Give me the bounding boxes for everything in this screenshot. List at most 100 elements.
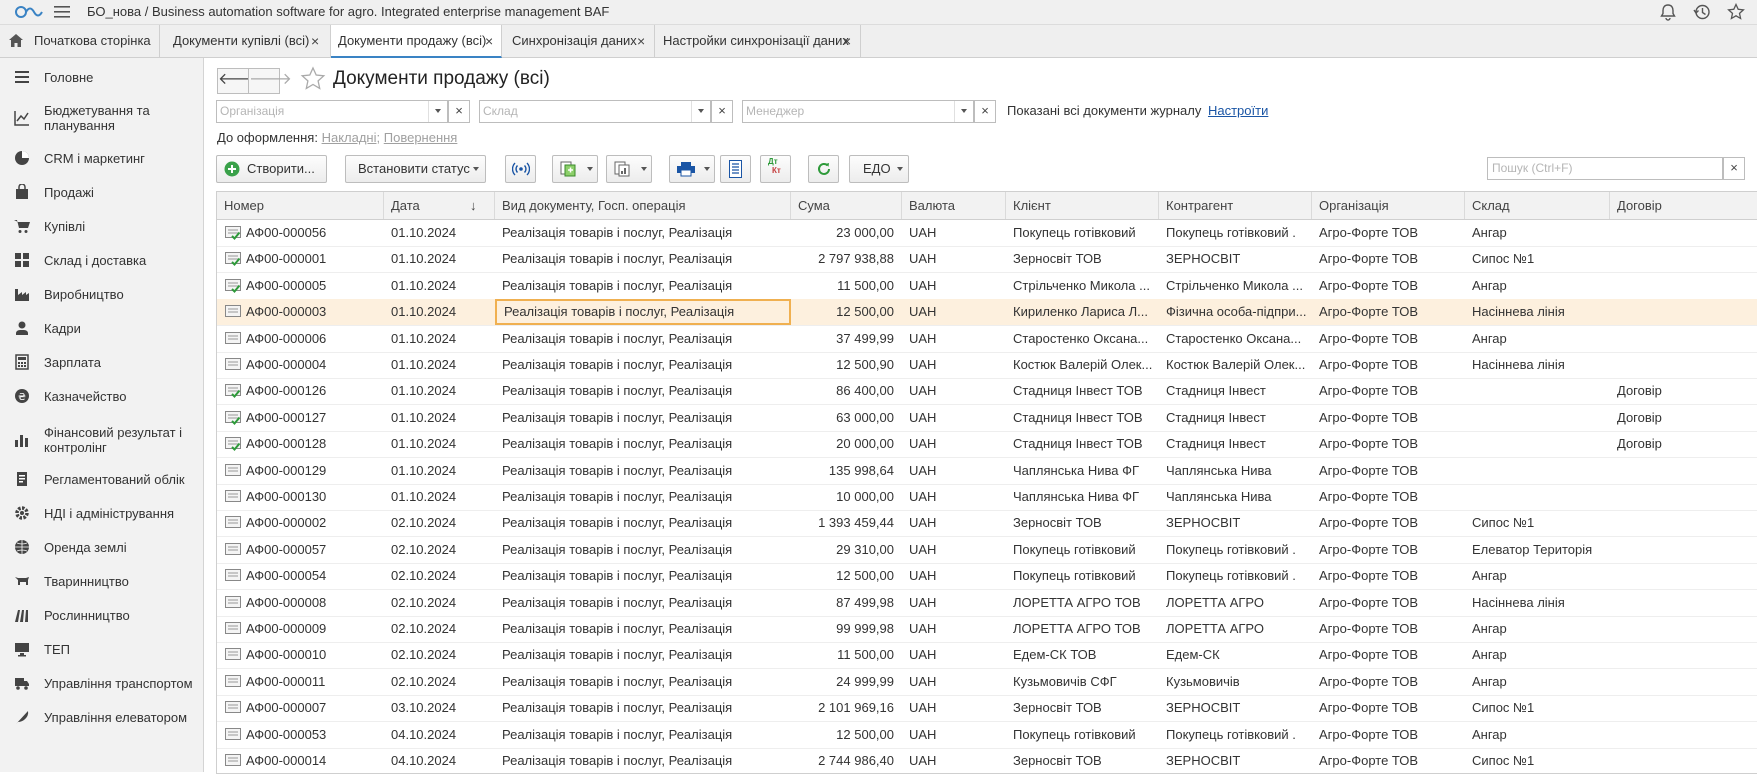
cell-client[interactable]: Чаплянська Нива ФГ — [1006, 484, 1159, 510]
cell-warehouse[interactable]: Насіннева лінія — [1465, 590, 1610, 616]
forward-button[interactable]: 🡒 — [248, 68, 292, 94]
sidebar-item-treasury[interactable]: ₴ Казначейство — [0, 387, 203, 405]
cell-counterparty[interactable]: Стадниця Інвест — [1159, 431, 1312, 457]
cell-number[interactable]: АФ00-000009 — [239, 616, 384, 642]
back-button[interactable]: 🡐 — [217, 68, 261, 94]
sidebar-item-elevator[interactable]: Управління елеватором — [0, 708, 203, 726]
cell-contract[interactable]: Договір — [1610, 378, 1757, 404]
cell-sum[interactable]: 12 500,00 — [791, 299, 902, 325]
cell-number[interactable]: АФ00-000001 — [239, 246, 384, 272]
cell-sum[interactable]: 12 500,00 — [791, 722, 902, 748]
cell-date[interactable]: 04.10.2024 — [384, 722, 495, 748]
table-row[interactable]: АФ00-000057 02.10.2024 Реалізація товарів … — [217, 537, 1757, 564]
cell-warehouse[interactable]: Ангар — [1465, 220, 1610, 246]
column-header-cur[interactable]: Валюта — [902, 192, 1006, 219]
cell-organization[interactable]: Агро-Форте ТОВ — [1312, 695, 1465, 721]
table-row[interactable]: АФ00-000002 02.10.2024 Реалізація товарів … — [217, 510, 1757, 538]
cell-number[interactable]: АФ00-000130 — [239, 484, 384, 510]
cell-counterparty[interactable]: ЛОРЕТТА АГРО — [1159, 590, 1312, 616]
sidebar-item-production[interactable]: Виробництво — [0, 285, 203, 303]
cell-client[interactable]: Покупець готівковий — [1006, 220, 1159, 246]
tab-sales-documents[interactable]: Документи продажу (всі) × — [331, 25, 502, 58]
cell-date[interactable]: 02.10.2024 — [384, 590, 495, 616]
cell-organization[interactable]: Агро-Форте ТОВ — [1312, 590, 1465, 616]
sidebar-item-land-lease[interactable]: Оренда землі — [0, 538, 203, 556]
cell-number[interactable]: АФ00-000006 — [239, 326, 384, 352]
cell-client[interactable]: Стрільченко Микола ... — [1006, 273, 1159, 299]
table-row[interactable]: АФ00-000126 01.10.2024 Реалізація товарів … — [217, 378, 1757, 406]
cell-contract[interactable] — [1610, 246, 1757, 272]
sidebar-item-crop-production[interactable]: Рослинництво — [0, 606, 203, 624]
table-row[interactable]: АФ00-000130 01.10.2024 Реалізація товарів … — [217, 484, 1757, 511]
sidebar-item-purchases[interactable]: Купівлі — [0, 217, 203, 235]
table-row[interactable]: АФ00-000003 01.10.2024 Реалізація товарів … — [217, 299, 1757, 327]
manager-filter[interactable]: Менеджер — [742, 100, 974, 123]
cell-sum[interactable]: 2 744 986,40 — [791, 748, 902, 773]
cell-sum[interactable]: 11 500,00 — [791, 273, 902, 299]
cell-counterparty[interactable]: ЗЕРНОСВІТ — [1159, 246, 1312, 272]
cell-organization[interactable]: Агро-Форте ТОВ — [1312, 378, 1465, 404]
cell-organization[interactable]: Агро-Форте ТОВ — [1312, 669, 1465, 695]
column-header-org[interactable]: Організація — [1312, 192, 1465, 219]
table-row[interactable]: АФ00-000011 02.10.2024 Реалізація товарів … — [217, 669, 1757, 696]
cell-sum[interactable]: 12 500,90 — [791, 352, 902, 378]
edo-button[interactable]: ЕДО — [849, 155, 909, 183]
cell-counterparty[interactable]: Покупець готівковий . — [1159, 220, 1312, 246]
cell-sum[interactable]: 10 000,00 — [791, 484, 902, 510]
cell-contract[interactable] — [1610, 458, 1757, 484]
cell-client[interactable]: ЛОРЕТТА АГРО ТОВ — [1006, 616, 1159, 642]
tab-sync-settings[interactable]: Настройки синхронізації даних × — [655, 25, 861, 57]
cell-contract[interactable] — [1610, 642, 1757, 668]
cell-organization[interactable]: Агро-Форте ТОВ — [1312, 748, 1465, 773]
cell-client[interactable]: Стадниця Інвест ТОВ — [1006, 378, 1159, 404]
cell-currency[interactable]: UAH — [902, 537, 1006, 563]
cell-doc-kind[interactable]: Реалізація товарів і послуг, Реалізація — [495, 642, 791, 668]
cell-contract[interactable]: Договір — [1610, 431, 1757, 457]
cell-warehouse[interactable]: Ангар — [1465, 642, 1610, 668]
cell-doc-kind[interactable]: Реалізація товарів і послуг, Реалізація — [495, 510, 791, 536]
sidebar-item-sales[interactable]: Продажі — [0, 183, 203, 201]
cell-sum[interactable]: 23 000,00 — [791, 220, 902, 246]
cell-sum[interactable]: 20 000,00 — [791, 431, 902, 457]
cell-counterparty[interactable]: Фізична особа-підпри... — [1159, 299, 1312, 325]
table-row[interactable]: АФ00-000127 01.10.2024 Реалізація товарів … — [217, 405, 1757, 432]
cell-organization[interactable]: Агро-Форте ТОВ — [1312, 537, 1465, 563]
cell-counterparty[interactable]: Костюк Валерій Олек... — [1159, 352, 1312, 378]
cell-doc-kind[interactable]: Реалізація товарів і послуг, Реалізація — [495, 220, 791, 246]
cell-counterparty[interactable]: Чаплянська Нива — [1159, 484, 1312, 510]
cell-warehouse[interactable] — [1465, 378, 1610, 404]
create-button[interactable]: Створити... — [216, 155, 327, 183]
cell-client[interactable]: Стадниця Інвест ТОВ — [1006, 431, 1159, 457]
cell-number[interactable]: АФ00-000007 — [239, 695, 384, 721]
chevron-down-icon[interactable] — [691, 101, 710, 122]
cell-client[interactable]: ЛОРЕТТА АГРО ТОВ — [1006, 590, 1159, 616]
cell-number[interactable]: АФ00-000057 — [239, 537, 384, 563]
cell-date[interactable]: 03.10.2024 — [384, 695, 495, 721]
cell-organization[interactable]: Агро-Форте ТОВ — [1312, 484, 1465, 510]
cell-date[interactable]: 01.10.2024 — [384, 299, 495, 325]
cell-currency[interactable]: UAH — [902, 378, 1006, 404]
sidebar-item-livestock[interactable]: Тваринництво — [0, 572, 203, 590]
sidebar-item-warehouse[interactable]: Склад і доставка — [0, 251, 203, 269]
cell-currency[interactable]: UAH — [902, 510, 1006, 536]
cell-organization[interactable]: Агро-Форте ТОВ — [1312, 246, 1465, 272]
close-icon[interactable]: × — [637, 25, 645, 57]
cell-date[interactable]: 01.10.2024 — [384, 220, 495, 246]
cell-sum[interactable]: 135 998,64 — [791, 458, 902, 484]
invoices-link[interactable]: Накладні — [322, 130, 377, 145]
sidebar-item-salary[interactable]: Зарплата — [0, 353, 203, 371]
cell-currency[interactable]: UAH — [902, 669, 1006, 695]
cell-currency[interactable]: UAH — [902, 563, 1006, 589]
cell-client[interactable]: Покупець готівковий — [1006, 537, 1159, 563]
cell-number[interactable]: АФ00-000004 — [239, 352, 384, 378]
cell-contract[interactable] — [1610, 273, 1757, 299]
cell-currency[interactable]: UAH — [902, 484, 1006, 510]
refresh-button[interactable] — [808, 155, 839, 183]
cell-date[interactable]: 01.10.2024 — [384, 352, 495, 378]
warehouse-filter[interactable]: Склад — [479, 100, 711, 123]
create-based-on-button[interactable] — [552, 155, 598, 183]
cell-contract[interactable]: Договір — [1610, 405, 1757, 431]
cell-warehouse[interactable]: Ангар — [1465, 273, 1610, 299]
cell-sum[interactable]: 11 500,00 — [791, 642, 902, 668]
cell-number[interactable]: АФ00-000129 — [239, 458, 384, 484]
